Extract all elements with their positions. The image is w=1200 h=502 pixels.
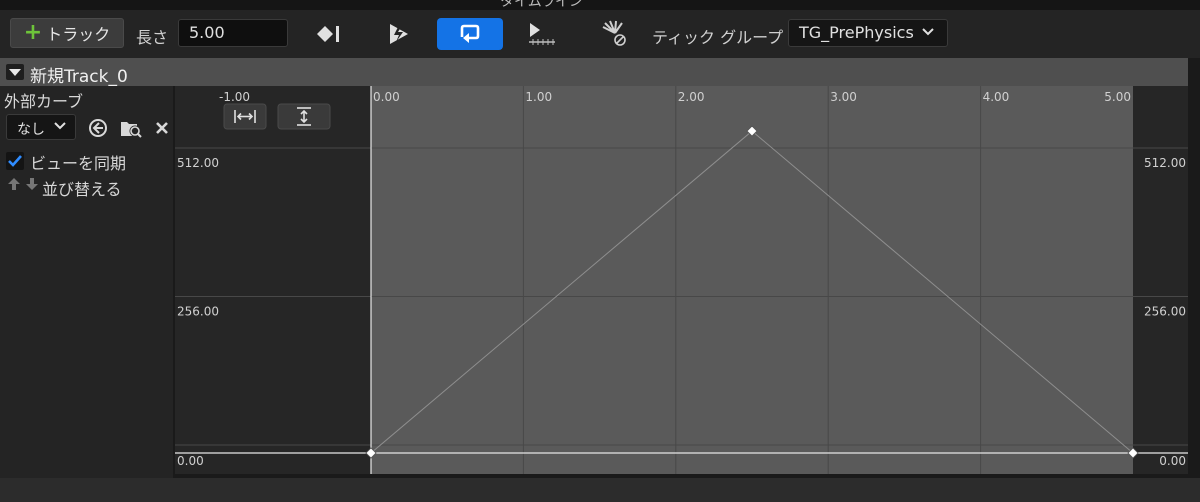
length-label: 長さ [136, 28, 169, 47]
last-keyframe-icon [529, 23, 555, 45]
x-tick-label: 2.00 [678, 90, 705, 104]
x-tick-label: 3.00 [830, 90, 857, 104]
curve-graph[interactable]: -1.00 0.00 1.00 2.00 3.00 4.00 5.00 512.00 256.0… [175, 86, 1188, 474]
tick-group-select[interactable]: TG_PrePhysics [788, 19, 948, 47]
x-tick-label: -1.00 [219, 90, 250, 104]
vertical-scrollbar[interactable] [1188, 58, 1200, 478]
loop-icon [460, 24, 480, 43]
curve-chart[interactable]: -1.00 0.00 1.00 2.00 3.00 4.00 5.00 512.00 256.0… [175, 86, 1188, 474]
x-tick-label: 1.00 [525, 90, 552, 104]
y-tick-label-right: 0.00 [1159, 454, 1186, 468]
active-time-range [371, 86, 1133, 474]
x-tick-label: 0.00 [373, 90, 400, 104]
track-name: 新規Track_0 [30, 67, 128, 87]
use-selected-asset-icon[interactable] [88, 118, 108, 138]
chevron-down-icon [922, 28, 934, 36]
collapse-arrow-icon[interactable] [6, 64, 24, 80]
horizontal-scrollbar-area[interactable] [0, 478, 1200, 502]
track-settings-panel: 外部カーブ なし ビューを同期 並び替える [0, 86, 173, 478]
x-tick-label: 5.00 [1104, 90, 1131, 104]
add-track-button[interactable]: + トラック [10, 18, 124, 48]
tick-group-label: ティック グループ [652, 28, 784, 47]
window-title: タイムライン [500, 0, 584, 10]
replicated-icon [602, 20, 626, 46]
sync-view-checkbox[interactable] [6, 152, 24, 170]
toolbar: + トラック 長さ 5.00 ティック グループ TG_PrePhysics [0, 10, 1200, 58]
window-title-bar: タイムライン [0, 0, 1200, 10]
x-tick-label: 4.00 [983, 90, 1010, 104]
chevron-down-icon [54, 122, 66, 130]
tick-group-value: TG_PrePhysics [799, 23, 914, 42]
add-track-label: トラック [46, 25, 111, 44]
autoplay-icon [390, 24, 408, 44]
plus-icon: + [23, 20, 43, 45]
y-tick-label-left: 512.00 [177, 156, 219, 170]
add-key-button[interactable] [312, 18, 344, 50]
y-tick-label-left: 256.00 [177, 305, 219, 319]
reorder-label: 並び替える [42, 180, 122, 199]
outside-range-left [175, 86, 371, 474]
external-curve-label: 外部カーブ [4, 92, 84, 111]
reorder-arrows-icon[interactable] [6, 176, 40, 192]
loop-button[interactable] [437, 18, 503, 50]
track-header[interactable]: 新規Track_0 [0, 58, 1188, 87]
y-tick-label-left: 0.00 [177, 454, 204, 468]
browse-asset-icon[interactable] [120, 118, 142, 138]
length-input[interactable]: 5.00 [178, 19, 288, 47]
replicated-button[interactable] [598, 18, 630, 50]
checkmark-icon [8, 155, 22, 167]
sync-view-label: ビューを同期 [30, 154, 127, 173]
clear-icon[interactable] [154, 120, 170, 136]
autoplay-button[interactable] [384, 18, 414, 50]
y-tick-label-right: 512.00 [1144, 156, 1186, 170]
external-curve-value: なし [17, 122, 45, 138]
add-key-icon [317, 26, 339, 42]
last-keyframe-button[interactable] [524, 18, 558, 50]
external-curve-combo[interactable]: なし [6, 114, 76, 140]
outside-range-right [1133, 86, 1188, 474]
y-tick-label-right: 256.00 [1144, 305, 1186, 319]
